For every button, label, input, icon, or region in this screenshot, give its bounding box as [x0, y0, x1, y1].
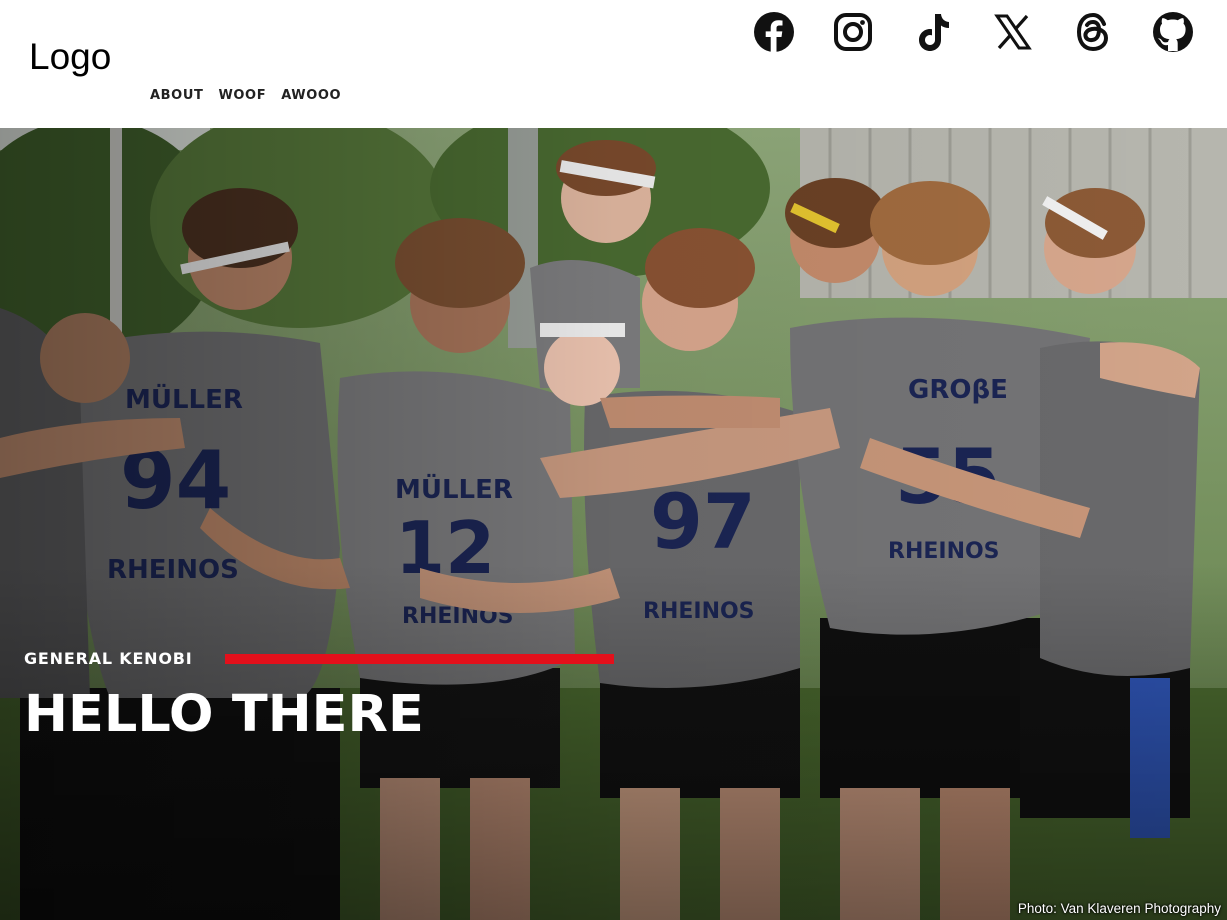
facebook-link[interactable] [752, 10, 796, 54]
facebook-icon [754, 12, 794, 52]
instagram-icon [834, 13, 872, 51]
site-logo[interactable]: Logo [29, 38, 111, 75]
instagram-link[interactable] [831, 10, 875, 54]
tiktok-link[interactable] [911, 10, 955, 54]
site-header: Logo ABOUT WOOF AWOOO [0, 0, 1227, 128]
nav-link-awooo[interactable]: AWOOO [281, 88, 341, 104]
threads-link[interactable] [1071, 10, 1115, 54]
nav-link-about[interactable]: ABOUT [150, 88, 203, 104]
x-link[interactable] [991, 10, 1035, 54]
github-link[interactable] [1151, 10, 1195, 54]
hero-photo: MÜLLER 94 RHEINOS MÜLLER 12 RHEINOS ZIEB… [0, 128, 1227, 920]
x-icon [994, 14, 1032, 50]
tiktok-icon [919, 14, 949, 51]
hero-banner: MÜLLER 94 RHEINOS MÜLLER 12 RHEINOS ZIEB… [0, 128, 1227, 920]
hero-accent-line [225, 654, 614, 664]
nav-link-woof[interactable]: WOOF [218, 88, 266, 104]
photo-credit: Photo: Van Klaveren Photography [1017, 901, 1221, 916]
threads-icon [1076, 12, 1109, 52]
github-icon [1153, 12, 1193, 52]
hero-headline: HELLO THERE [24, 685, 424, 744]
hero-kicker: GENERAL KENOBI [24, 649, 193, 668]
main-nav: ABOUT WOOF AWOOO [150, 88, 341, 104]
